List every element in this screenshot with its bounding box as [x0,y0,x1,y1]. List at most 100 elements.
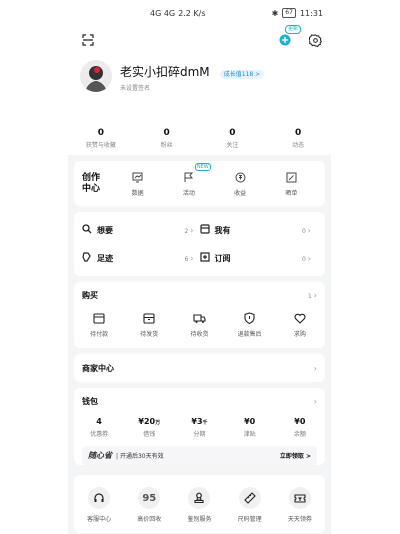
wallet-unit: 万 [155,420,161,426]
promo-text: 开通后30天有效 [119,453,164,460]
wallet-value: 4 [96,417,102,426]
shortcut-history[interactable]: 足迹 6 › [82,244,200,272]
stat-value: 0 [229,128,236,138]
ruler-icon [238,487,261,509]
stamp-icon [188,487,211,509]
purchase-pending-receive[interactable]: 待收货 [177,311,221,338]
network-speed: 2.2 K/s [178,8,206,18]
stat-likes[interactable]: 0 获赞与收藏 [71,128,131,149]
shortcuts-card: 想要 2 › 我有 0 › 足迹 6 › 订阅 0 › [74,212,325,276]
avatar[interactable] [80,60,112,92]
stat-label: 关注 [226,142,239,149]
shortcut-label: 我有 [214,225,231,235]
wallet-label: 优惠券 [90,431,109,438]
new-badge: NEW [194,162,211,171]
chevron-right-icon: › [313,397,317,406]
service-customer-center[interactable]: 客服中心 [77,487,121,523]
stat-value: 0 [97,128,104,138]
service-recycle[interactable]: 95 高价回收 [127,487,171,523]
stat-following[interactable]: 0 关注 [202,128,262,149]
shortcut-label: 订阅 [214,253,231,263]
chevron-right-icon: › [307,225,311,235]
wallet-promo-banner[interactable]: 随心省 | 开通后30天有效 立即领取 > [82,446,317,465]
chart-icon [132,171,144,185]
wallet-unit: 千 [202,420,208,426]
service-label: 尺码管理 [237,516,262,523]
services-card: 客服中心 95 高价回收 鉴别服务 尺码管理 天天领券 [74,475,325,533]
update-button[interactable]: 更新 [277,25,301,48]
username[interactable]: 老实小扣碎dmM [120,65,210,79]
creator-item-showcase[interactable]: 晒单 [285,171,297,197]
settings-gear-icon[interactable] [307,32,323,48]
service-daily-coupons[interactable]: 天天领券 [278,487,322,523]
service-size-management[interactable]: 尺码管理 [228,487,272,523]
purchase-card: 购买 1 › 待付款 待发货 待收货 退款售后 求购 [74,282,325,348]
wallet-label: 余额 [293,431,306,438]
shortcut-count: 0 [302,255,306,263]
shortcut-want[interactable]: 想要 2 › [82,216,200,244]
signal-text: 4G 4G [150,8,176,18]
plus-box-icon [199,252,210,264]
purchase-count: 1 [308,293,312,300]
stat-fans[interactable]: 0 粉丝 [137,128,197,149]
wallet-balance[interactable]: ¥0 余额 [278,417,322,438]
wallet-allowance[interactable]: ¥0 津贴 [228,417,272,438]
wallet-installment[interactable]: ¥3千 分期 [177,417,221,438]
promo-claim-button[interactable]: 立即领取 > [280,451,311,460]
shortcut-count: 6 [184,255,189,263]
creator-center-title[interactable]: 创作 中心 [82,173,112,195]
purchase-pending-ship[interactable]: 待发货 [127,311,171,338]
purchase-wanted[interactable]: 求购 [278,311,322,338]
growth-level-badge[interactable]: 成长值118 > [219,69,265,79]
signature[interactable]: 未设置签名 [120,83,264,92]
wallet-card: 钱包 › 4 优惠券 ¥20万 借钱 ¥3千 分期 ¥0 津贴 ¥0 余额 随心省 | 开通… [74,388,325,465]
service-authentication[interactable]: 鉴别服务 [177,487,221,523]
battery-indicator: 67 [282,8,296,18]
stat-label: 获赞与收藏 [85,142,116,149]
service-label: 客服中心 [87,516,112,523]
stat-posts[interactable]: 0 动态 [268,128,328,149]
creator-item-activity[interactable]: NEW 活动 [183,162,211,197]
profile-section: 老实小扣碎dmM 成长值118 > 未设置签名 [68,54,331,124]
purchase-title: 购买 [82,291,98,300]
creator-center-card: 创作 中心 数据 NEW 活动 收益 晒单 [74,161,325,206]
box-icon [199,224,210,236]
chevron-right-icon: › [313,291,317,300]
heart-icon [278,311,322,325]
service-label: 天天领券 [287,516,312,523]
purchase-item-label: 待收货 [190,331,209,338]
stat-value: 0 [163,128,170,138]
creator-item-label: 数据 [131,189,144,197]
purchase-header[interactable]: 购买 1 › [74,282,325,301]
coin-icon [234,171,246,185]
purchase-refund[interactable]: 退款售后 [228,311,272,338]
scan-icon[interactable] [80,32,96,48]
chevron-right-icon: › [190,225,194,235]
purchase-pending-payment[interactable]: 待付款 [77,311,121,338]
service-label: 高价回收 [137,516,162,523]
headset-icon [88,487,111,509]
wallet-header[interactable]: 钱包 › [74,388,325,407]
shield-icon [228,311,272,325]
wallet-coupons[interactable]: 4 优惠券 [77,417,121,438]
app-screen: 4G 4G 2.2 K/s ✱ 67 11:31 更新 老实小扣碎dmM 成长值… [68,0,331,534]
footprint-icon [82,252,92,264]
service-label: 鉴别服务 [187,516,212,523]
chevron-right-icon: › [190,253,194,263]
shortcut-subscribe[interactable]: 订阅 0 › [199,244,318,272]
wallet-label: 借钱 [143,431,156,438]
search-icon [82,224,92,236]
creator-item-data[interactable]: 数据 [132,171,144,197]
edit-icon [285,171,297,185]
top-bar: 更新 [68,25,331,54]
wallet-value: ¥20 [138,417,156,426]
purchase-item-label: 待付款 [90,331,109,338]
shortcut-label: 想要 [97,225,113,235]
merchant-center-row[interactable]: 商家中心 › [74,354,325,382]
wallet-value: ¥0 [244,417,256,426]
status-bar: 4G 4G 2.2 K/s ✱ 67 11:31 [68,0,331,26]
shortcut-label: 足迹 [97,253,113,263]
shortcut-have[interactable]: 我有 0 › [199,216,318,244]
wallet-loan[interactable]: ¥20万借钱 [127,417,171,438]
creator-item-income[interactable]: 收益 [234,171,246,197]
